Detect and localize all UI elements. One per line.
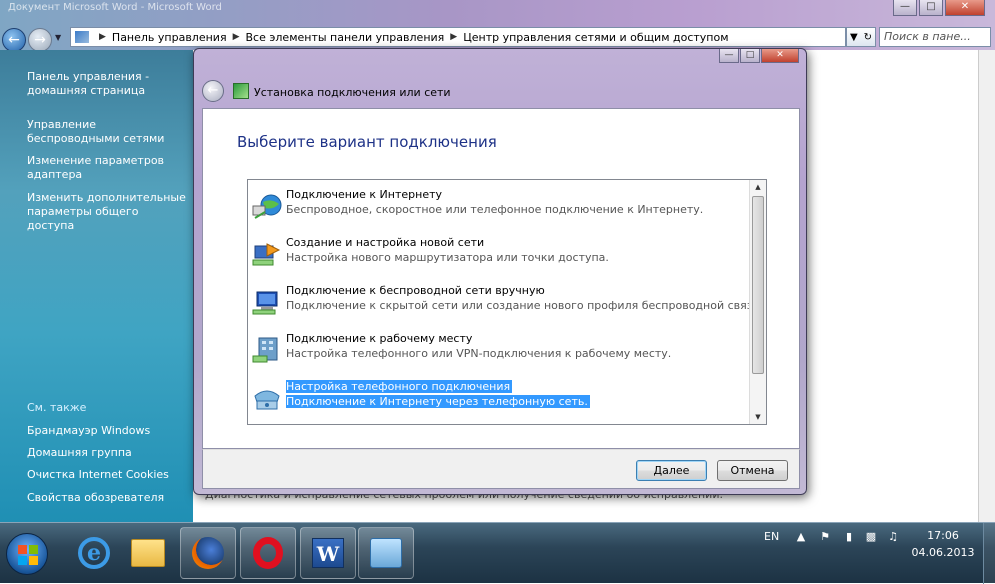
arrow-left-icon: ← xyxy=(207,83,219,98)
dialup-modem-icon xyxy=(254,390,280,410)
sidebar: Панель управления - домашняя страница Уп… xyxy=(0,50,193,523)
start-button[interactable] xyxy=(6,533,48,575)
option-wireless-manual[interactable]: Подключение к беспроводной сети вручную … xyxy=(248,282,763,326)
option-title: Подключение к Интернету xyxy=(286,188,443,201)
option-title: Настройка телефонного подключения xyxy=(286,380,513,393)
cancel-button[interactable]: Отмена xyxy=(717,460,788,481)
folder-icon xyxy=(131,539,165,567)
address-dropdown-icon[interactable]: ▼ xyxy=(850,32,858,43)
list-scrollbar[interactable]: ▲ ▼ xyxy=(749,180,766,424)
breadcrumb-arrow-icon: ▶ xyxy=(232,32,240,42)
dialog-close-button[interactable]: ✕ xyxy=(761,49,799,63)
volume-icon[interactable]: ♫ xyxy=(886,530,900,544)
dialog-minimize-button[interactable]: — xyxy=(719,49,739,63)
clock-date: 04.06.2013 xyxy=(911,546,975,559)
option-description: Настройка нового маршрутизатора или точк… xyxy=(286,251,609,264)
breadcrumb-arrow-icon: ▶ xyxy=(99,32,106,42)
minimize-button[interactable]: — xyxy=(893,0,917,16)
taskbar-firefox[interactable] xyxy=(180,527,236,579)
refresh-icon[interactable]: ↻ xyxy=(864,32,872,43)
option-title: Подключение к беспроводной сети вручную xyxy=(286,284,545,297)
option-title: Создание и настройка новой сети xyxy=(286,236,485,249)
dialog-window-controls: — □ ✕ xyxy=(719,49,799,63)
setup-connection-dialog: — □ ✕ ← Установка подключения или сети В… xyxy=(193,48,807,495)
taskbar-explorer[interactable] xyxy=(120,527,176,579)
network-signal-icon[interactable]: ▩ xyxy=(864,530,878,544)
taskbar-word[interactable]: W xyxy=(300,527,356,579)
sidebar-link-browser-properties[interactable]: Свойства обозревателя xyxy=(27,491,189,505)
sidebar-link-sharing[interactable]: Изменить дополнительные параметры общего… xyxy=(27,191,189,233)
wireless-computer-icon xyxy=(252,291,278,315)
scroll-thumb[interactable] xyxy=(752,196,764,374)
control-panel-icon xyxy=(75,31,89,43)
taskbar-ie[interactable]: e xyxy=(66,527,122,579)
option-new-network[interactable]: Создание и настройка новой сети Настройк… xyxy=(248,234,748,278)
firefox-icon xyxy=(192,537,224,569)
forward-button[interactable]: → xyxy=(28,28,52,52)
taskbar-opera[interactable] xyxy=(240,527,296,579)
breadcrumb-all-items[interactable]: Все элементы панели управления xyxy=(246,31,445,44)
windows-logo-icon xyxy=(18,545,38,565)
taskbar-control-panel[interactable] xyxy=(358,527,414,579)
show-desktop-button[interactable] xyxy=(983,523,995,584)
sidebar-link-wireless[interactable]: Управление беспроводными сетями xyxy=(27,118,189,146)
close-button[interactable]: ✕ xyxy=(945,0,985,16)
see-also-heading: См. также xyxy=(27,401,87,414)
clock-time: 17:06 xyxy=(927,529,959,542)
recent-pages-dropdown[interactable]: ▼ xyxy=(55,33,67,47)
dialog-maximize-button[interactable]: □ xyxy=(740,49,760,63)
sidebar-link-homegroup[interactable]: Домашняя группа xyxy=(27,446,189,460)
word-icon: W xyxy=(312,538,344,568)
internet-explorer-icon: e xyxy=(78,537,110,569)
option-title: Подключение к рабочему месту xyxy=(286,332,473,345)
sidebar-link-adapter[interactable]: Изменение параметров адаптера xyxy=(27,154,189,182)
breadcrumb-control-panel[interactable]: Панель управления xyxy=(112,31,227,44)
dialog-back-button[interactable]: ← xyxy=(202,80,224,102)
connection-options-list: Подключение к Интернету Беспроводное, ск… xyxy=(247,179,767,425)
back-button[interactable]: ← xyxy=(2,28,26,52)
option-description: Подключение к Интернету через телефонную… xyxy=(286,395,590,408)
dialog-title: Установка подключения или сети xyxy=(254,86,451,99)
arrow-left-icon: ← xyxy=(8,32,20,48)
option-description: Беспроводное, скоростное или телефонное … xyxy=(286,203,704,216)
sidebar-link-cookies[interactable]: Очистка Internet Cookies xyxy=(27,468,189,482)
dialog-body: Выберите вариант подключения Подключение… xyxy=(202,108,800,449)
dialog-heading: Выберите вариант подключения xyxy=(237,133,497,151)
option-internet[interactable]: Подключение к Интернету Беспроводное, ск… xyxy=(248,186,748,230)
workplace-icon xyxy=(252,337,278,363)
show-hidden-icons-icon[interactable]: ▲ xyxy=(794,530,808,544)
opera-icon xyxy=(253,537,283,569)
breadcrumb-arrow-icon: ▶ xyxy=(450,32,458,42)
scroll-up-icon[interactable]: ▲ xyxy=(750,180,766,194)
address-buttons: ▼ ↻ xyxy=(846,27,876,47)
sidebar-link-home[interactable]: Панель управления - домашняя страница xyxy=(27,70,189,98)
option-dialup[interactable]: Настройка телефонного подключения Подклю… xyxy=(248,378,748,422)
action-center-flag-icon[interactable]: ⚑ xyxy=(818,530,832,544)
battery-icon[interactable]: ▮ xyxy=(842,530,856,544)
option-description: Настройка телефонного или VPN-подключени… xyxy=(286,347,672,360)
maximize-button[interactable]: □ xyxy=(919,0,943,16)
window-title-blurred: Документ Microsoft Word - Microsoft Word xyxy=(8,2,222,13)
taskbar: e W EN ▲ ⚑ ▮ ▩ ♫ 17:06 04.06.2013 xyxy=(0,522,995,584)
address-bar[interactable]: ▶ Панель управления ▶ Все элементы панел… xyxy=(70,27,846,47)
clock[interactable]: 17:06 04.06.2013 xyxy=(905,527,981,561)
option-description: Подключение к скрытой сети или создание … xyxy=(286,299,764,312)
search-input[interactable]: Поиск в пане... xyxy=(879,27,991,47)
router-setup-icon xyxy=(252,243,281,266)
control-panel-icon xyxy=(370,538,402,568)
chevron-down-icon: ▼ xyxy=(55,33,62,42)
window-controls: — □ ✕ xyxy=(893,0,985,16)
content-scrollbar[interactable] xyxy=(978,50,995,523)
arrow-right-icon: → xyxy=(34,32,46,48)
option-workplace[interactable]: Подключение к рабочему месту Настройка т… xyxy=(248,330,748,374)
network-setup-icon xyxy=(233,83,249,99)
scroll-down-icon[interactable]: ▼ xyxy=(750,410,766,424)
globe-network-icon xyxy=(252,194,282,219)
language-indicator[interactable]: EN xyxy=(764,530,779,543)
breadcrumb-network-center[interactable]: Центр управления сетями и общим доступом xyxy=(463,31,728,44)
next-button[interactable]: Далее xyxy=(636,460,707,481)
sidebar-link-firewall[interactable]: Брандмауэр Windows xyxy=(27,424,189,438)
dialog-footer: Далее Отмена xyxy=(202,449,800,489)
